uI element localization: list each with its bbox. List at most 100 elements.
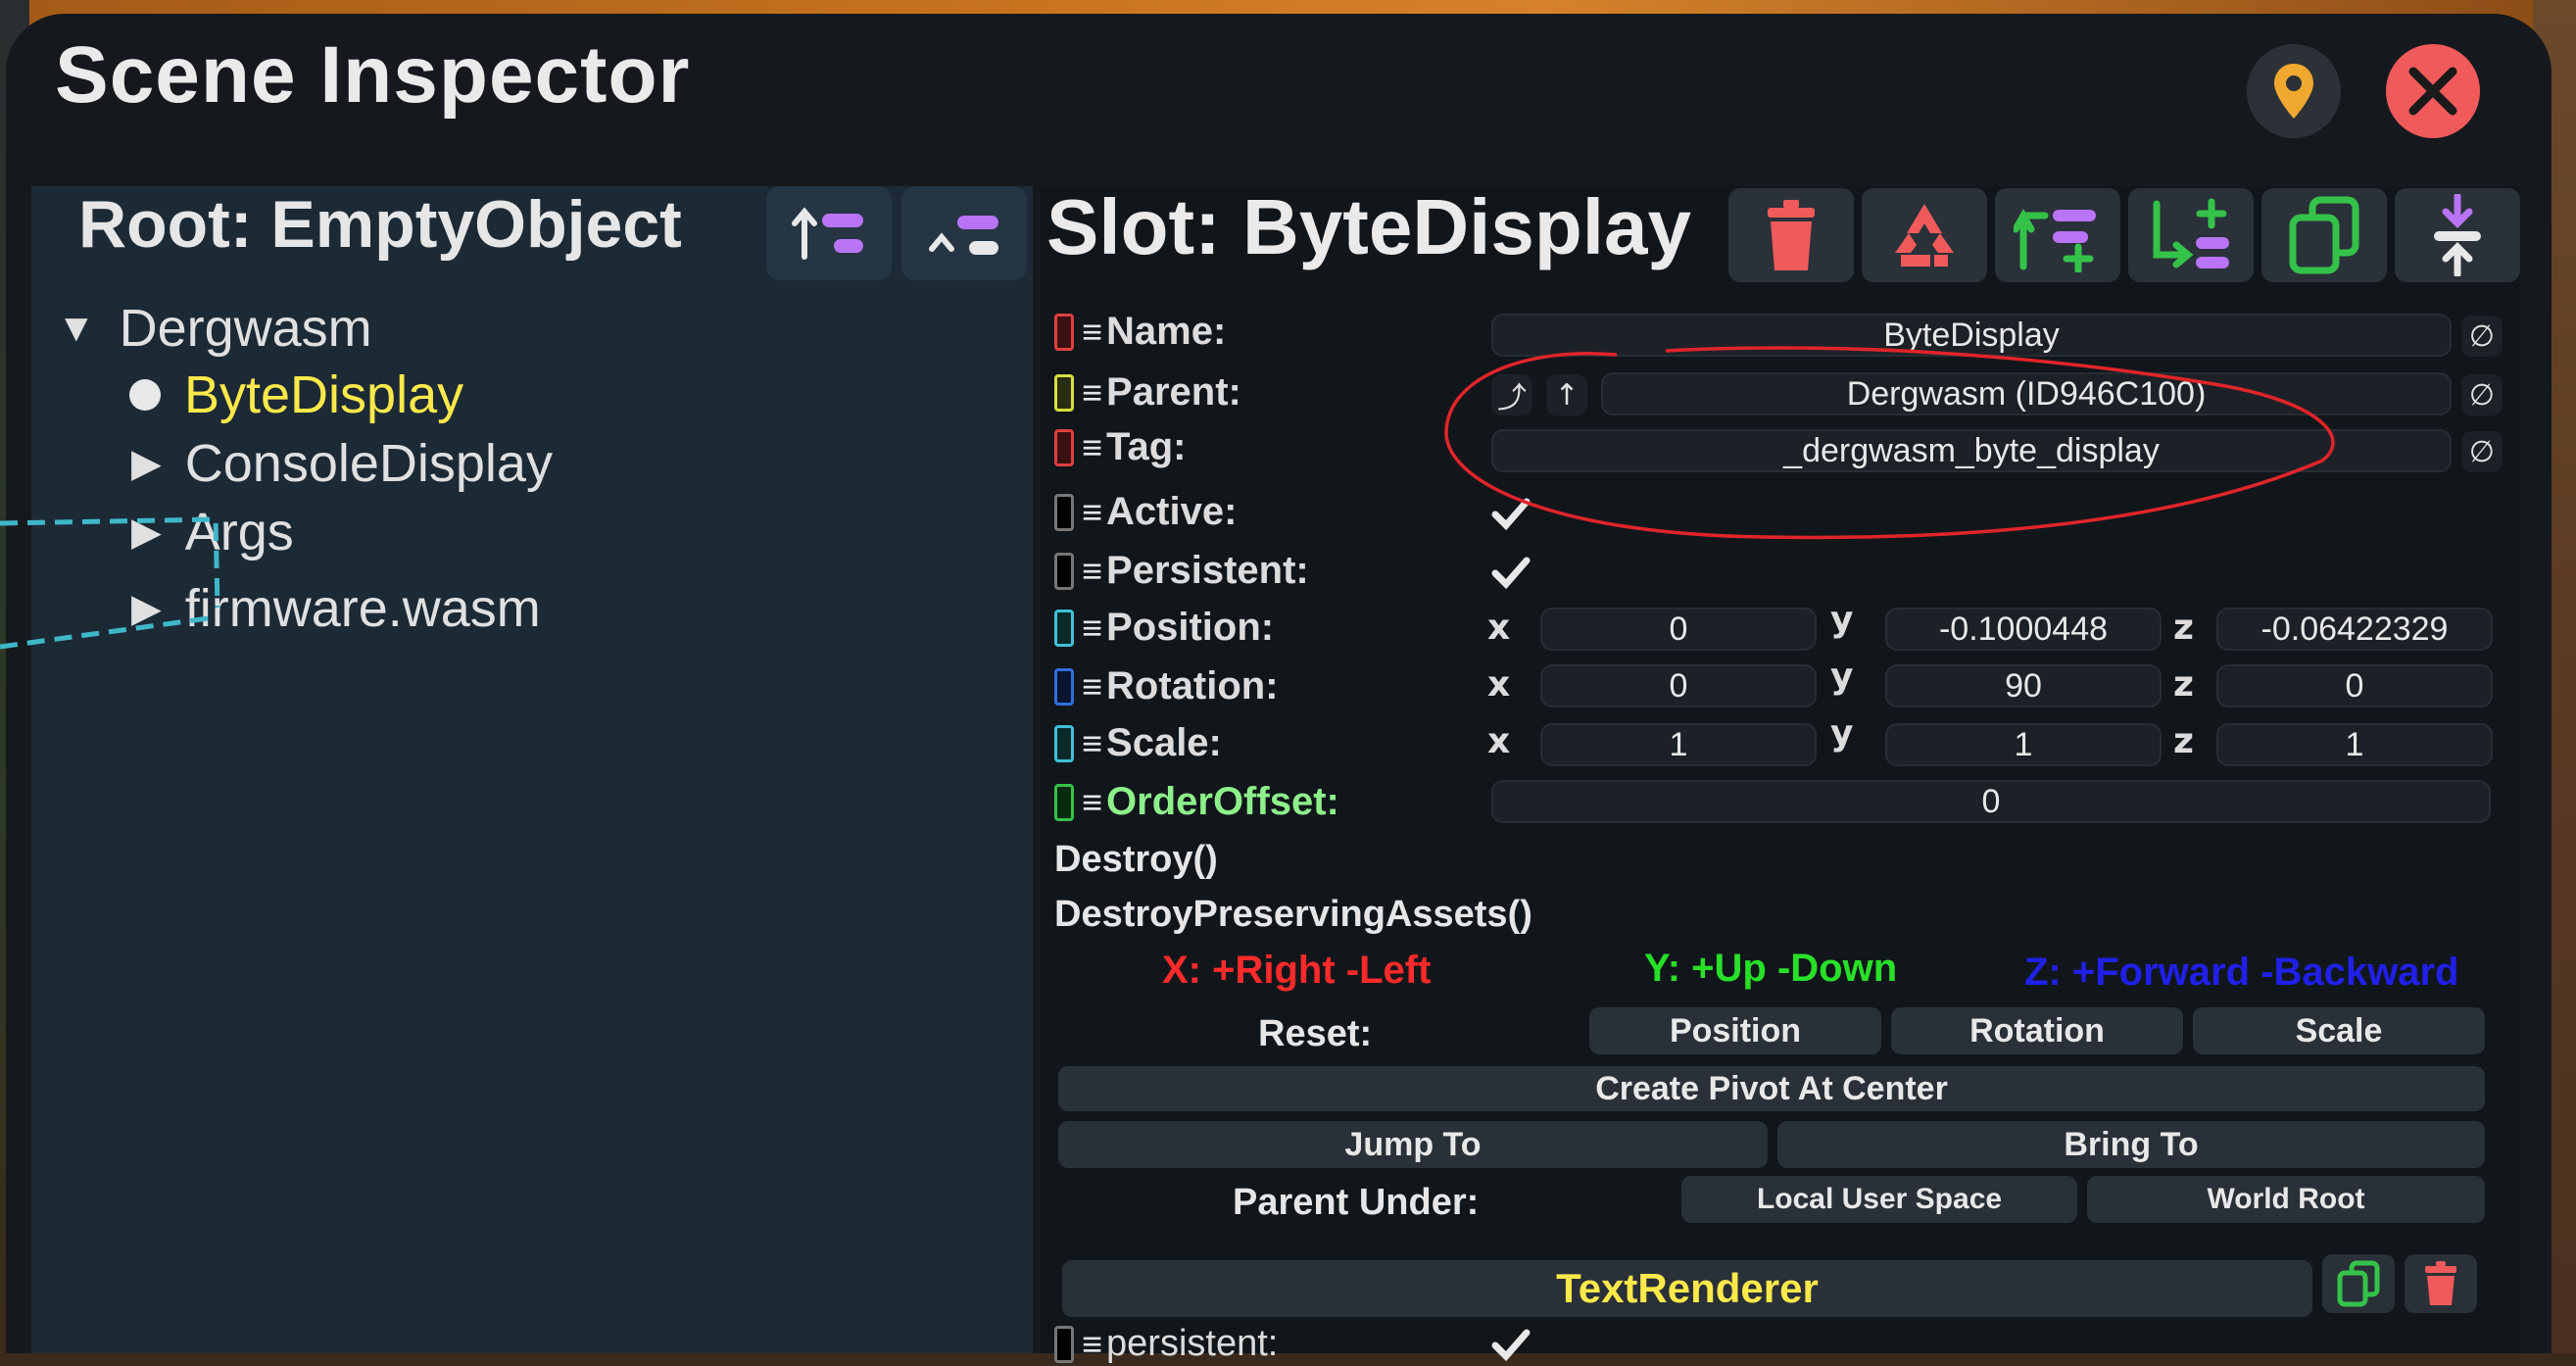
- type-chip[interactable]: [1054, 428, 1074, 466]
- destroy-slot-button[interactable]: [1728, 188, 1854, 282]
- duplicate-button[interactable]: [2261, 188, 2387, 282]
- menu-icon[interactable]: ≡: [1082, 492, 1102, 533]
- root-up-button[interactable]: [766, 186, 892, 280]
- destroy-preserving-assets-method[interactable]: DestroyPreservingAssets(): [1054, 894, 1532, 936]
- position-y-input[interactable]: -0.1000448: [1885, 608, 2162, 651]
- bring-to-button[interactable]: Bring To: [1777, 1121, 2485, 1168]
- create-pivot-button[interactable]: Create Pivot At Center: [1058, 1066, 2485, 1111]
- menu-icon[interactable]: ≡: [1082, 312, 1102, 353]
- rotation-y-input[interactable]: 90: [1885, 664, 2162, 707]
- axis-y-label: y: [1830, 657, 1854, 697]
- menu-icon[interactable]: ≡: [1082, 782, 1102, 823]
- position-z-input[interactable]: -0.06422329: [2216, 608, 2493, 651]
- tree-item-dergwasm[interactable]: ▼ Dergwasm: [57, 298, 372, 359]
- type-chip[interactable]: [1054, 667, 1074, 706]
- axis-y-label: y: [1830, 713, 1854, 754]
- center-pivot-button[interactable]: [2395, 188, 2520, 282]
- menu-icon[interactable]: ≡: [1082, 1324, 1102, 1365]
- insert-parent-icon: [2014, 208, 2096, 272]
- scale-x-input[interactable]: 1: [1540, 723, 1817, 766]
- remove-component-button[interactable]: [2405, 1254, 2477, 1313]
- menu-icon[interactable]: ≡: [1082, 608, 1102, 649]
- close-button[interactable]: [2386, 44, 2480, 138]
- name-input[interactable]: ByteDisplay: [1491, 314, 2452, 357]
- tree-item-label: ByteDisplay: [184, 366, 464, 424]
- local-user-space-button[interactable]: Local User Space: [1681, 1176, 2077, 1223]
- active-field-label: ≡ Active:: [1054, 490, 1237, 534]
- scale-y-input[interactable]: 1: [1885, 723, 2162, 766]
- order-offset-input[interactable]: 0: [1491, 780, 2491, 823]
- hierarchy-panel: [31, 186, 1033, 1353]
- expand-down-icon[interactable]: ▼: [57, 307, 96, 351]
- root-up-icon: [792, 207, 863, 260]
- center-pivot-icon: [2434, 194, 2481, 276]
- menu-icon[interactable]: ≡: [1082, 372, 1102, 414]
- destroy-preserving-assets-button[interactable]: [1862, 188, 1987, 282]
- position-x-input[interactable]: 0: [1540, 608, 1817, 651]
- reset-position-button[interactable]: Position: [1589, 1007, 1881, 1054]
- reset-label: Reset:: [1258, 1013, 1373, 1054]
- menu-icon[interactable]: ≡: [1082, 666, 1102, 707]
- axis-y-label: y: [1830, 600, 1854, 640]
- rotation-z-input[interactable]: 0: [2216, 664, 2493, 707]
- world-root-button[interactable]: World Root: [2087, 1176, 2485, 1223]
- tree-item-consoledisplay[interactable]: ▶ ConsoleDisplay: [131, 433, 553, 494]
- close-icon: [2408, 67, 2457, 116]
- type-chip[interactable]: [1054, 783, 1074, 821]
- reset-rotation-button[interactable]: Rotation: [1891, 1007, 2183, 1054]
- menu-icon[interactable]: ≡: [1082, 723, 1102, 764]
- component-persistent-checkbox[interactable]: [1489, 1323, 1532, 1366]
- duplicate-icon: [2289, 196, 2359, 274]
- null-parent-button[interactable]: ∅: [2461, 374, 2503, 415]
- active-checkbox[interactable]: [1489, 492, 1532, 535]
- checkmark-icon: [1491, 498, 1531, 530]
- pin-button[interactable]: [2247, 44, 2341, 138]
- map-pin-icon: [2274, 64, 2313, 119]
- tree-item-bytedisplay[interactable]: ByteDisplay: [129, 365, 463, 425]
- insert-parent-button[interactable]: [1995, 188, 2120, 282]
- tree-item-label: firmware.wasm: [184, 579, 541, 638]
- add-child-button[interactable]: [2128, 188, 2254, 282]
- root-set-button[interactable]: [901, 186, 1027, 280]
- type-chip[interactable]: [1054, 313, 1074, 351]
- parent-input[interactable]: Dergwasm (ID946C100): [1601, 372, 2452, 415]
- component-header[interactable]: TextRenderer: [1062, 1260, 2312, 1317]
- slot-title: Slot: ByteDisplay: [1046, 183, 1691, 270]
- type-chip[interactable]: [1054, 1325, 1074, 1363]
- type-chip[interactable]: [1054, 552, 1074, 590]
- jump-to-button[interactable]: Jump To: [1058, 1121, 1768, 1168]
- z-axis-legend: Z: +Forward -Backward: [2024, 951, 2459, 994]
- type-chip[interactable]: [1054, 724, 1074, 762]
- null-name-button[interactable]: ∅: [2461, 316, 2503, 357]
- null-tag-button[interactable]: ∅: [2461, 431, 2503, 472]
- rotation-x-input[interactable]: 0: [1540, 664, 1817, 707]
- window-title: Scene Inspector: [55, 30, 691, 120]
- leaf-dot-icon: [129, 379, 161, 411]
- tree-item-label: Dergwasm: [119, 299, 372, 358]
- expand-right-icon[interactable]: ▶: [131, 441, 162, 486]
- persistent-checkbox[interactable]: [1489, 551, 1532, 594]
- type-chip[interactable]: [1054, 493, 1074, 531]
- root-set-icon: [929, 216, 998, 255]
- tag-input[interactable]: _dergwasm_byte_display: [1491, 429, 2452, 472]
- parent-up-button[interactable]: ↑: [1546, 374, 1587, 415]
- type-chip[interactable]: [1054, 609, 1074, 647]
- axis-z-label: z: [2173, 608, 2194, 648]
- duplicate-component-button[interactable]: [2322, 1254, 2395, 1313]
- order-offset-field-label: ≡ OrderOffset:: [1054, 780, 1339, 824]
- axis-x-label: x: [1487, 721, 1511, 761]
- tag-field-label: ≡ Tag:: [1054, 425, 1186, 469]
- parent-field-label: ≡ Parent:: [1054, 370, 1241, 415]
- parent-jump-button[interactable]: ⤴: [1491, 374, 1532, 415]
- scale-z-input[interactable]: 1: [2216, 723, 2493, 766]
- destroy-method[interactable]: Destroy(): [1054, 839, 1218, 881]
- checkmark-icon: [1491, 557, 1531, 589]
- tree-item-label: ConsoleDisplay: [184, 434, 553, 493]
- reset-scale-button[interactable]: Scale: [2193, 1007, 2485, 1054]
- menu-icon[interactable]: ≡: [1082, 427, 1102, 468]
- type-chip[interactable]: [1054, 373, 1074, 412]
- position-field-label: ≡ Position:: [1054, 606, 1274, 650]
- persistent-field-label: ≡ Persistent:: [1054, 549, 1309, 593]
- y-axis-legend: Y: +Up -Down: [1644, 947, 1898, 990]
- menu-icon[interactable]: ≡: [1082, 551, 1102, 592]
